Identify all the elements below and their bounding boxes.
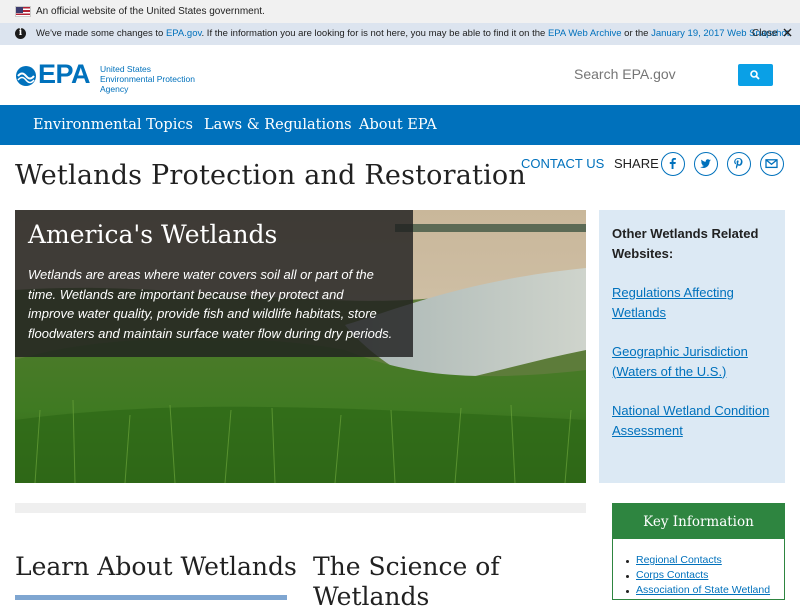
nav-environmental-topics[interactable]: Environmental Topics [33, 117, 193, 133]
twitter-share-button[interactable] [694, 152, 718, 176]
key-information-title: Key Information [613, 504, 784, 539]
learn-about-wetlands-image[interactable] [15, 595, 287, 600]
state-wetland-association-link[interactable]: Association of State Wetland [636, 584, 770, 596]
us-flag-icon [15, 6, 31, 17]
key-information-box: Key Information Regional Contacts Corps … [612, 503, 785, 600]
page-title: Wetlands Protection and Restoration [15, 160, 526, 191]
facebook-share-button[interactable] [661, 152, 685, 176]
search-button[interactable] [738, 64, 773, 86]
close-label: Close [752, 28, 778, 39]
hero-title: America's Wetlands [28, 220, 278, 249]
section-divider [15, 503, 586, 513]
bullet-icon [626, 575, 629, 578]
agency-name: United States Environmental Protection A… [100, 64, 220, 94]
pinterest-icon [734, 158, 743, 169]
bullet-icon [626, 590, 629, 593]
twitter-icon [700, 159, 711, 168]
contact-us-link[interactable]: CONTACT US [521, 156, 604, 171]
regional-contacts-link[interactable]: Regional Contacts [636, 554, 722, 566]
hero-text: Wetlands are areas where water covers so… [28, 267, 393, 341]
close-icon [783, 28, 792, 37]
share-label: SHARE [614, 156, 659, 171]
hero-caption: America's Wetlands Wetlands are areas wh… [15, 210, 413, 357]
regulations-affecting-wetlands-link[interactable]: Regulations Affecting Wetlands [612, 283, 772, 322]
search-icon [750, 70, 760, 80]
search-input[interactable] [566, 63, 736, 85]
agency-line: Agency [100, 84, 129, 94]
close-button[interactable]: Close [752, 28, 792, 39]
hero-banner: America's Wetlands Wetlands are areas wh… [15, 210, 586, 483]
science-of-wetlands-heading[interactable]: The Science of Wetlands [313, 552, 593, 612]
related-websites-box: Other Wetlands Related Websites: Regulat… [599, 210, 785, 483]
nav-about-epa[interactable]: About EPA [359, 117, 437, 133]
notice-text: . If the information you are looking for… [201, 28, 548, 39]
agency-line: United States [100, 64, 152, 74]
epa-gov-link[interactable]: EPA.gov [166, 28, 202, 39]
email-icon [765, 159, 778, 169]
learn-about-wetlands-heading[interactable]: Learn About Wetlands [15, 552, 297, 581]
pinterest-share-button[interactable] [727, 152, 751, 176]
site-header: EPA United States Environmental Protecti… [0, 45, 800, 105]
main-nav: Environmental Topics Laws & Regulations … [0, 105, 800, 145]
info-icon: i [15, 28, 26, 39]
wetland-condition-assessment-link[interactable]: National Wetland Condition Assessment [612, 401, 772, 440]
epa-logo-icon[interactable] [15, 65, 37, 87]
notice-message: We've made some changes to EPA.gov. If t… [36, 28, 792, 39]
notice-text: or the [621, 28, 652, 39]
notice-text: We've made some changes to [36, 28, 166, 39]
gov-banner-text: An official website of the United States… [36, 6, 265, 17]
web-archive-link[interactable]: EPA Web Archive [548, 28, 622, 39]
gov-banner: An official website of the United States… [0, 0, 800, 23]
email-share-button[interactable] [760, 152, 784, 176]
facebook-icon [669, 158, 676, 169]
agency-line: Environmental Protection [100, 74, 195, 84]
bullet-icon [626, 560, 629, 563]
related-websites-title: Other Wetlands Related Websites: [612, 226, 759, 261]
geographic-jurisdiction-link[interactable]: Geographic Jurisdiction (Waters of the U… [612, 342, 772, 381]
epa-logo-text[interactable]: EPA [38, 59, 91, 90]
corps-contacts-link[interactable]: Corps Contacts [636, 569, 708, 581]
notice-bar: i We've made some changes to EPA.gov. If… [0, 23, 800, 45]
nav-laws-regulations[interactable]: Laws & Regulations [204, 117, 352, 133]
